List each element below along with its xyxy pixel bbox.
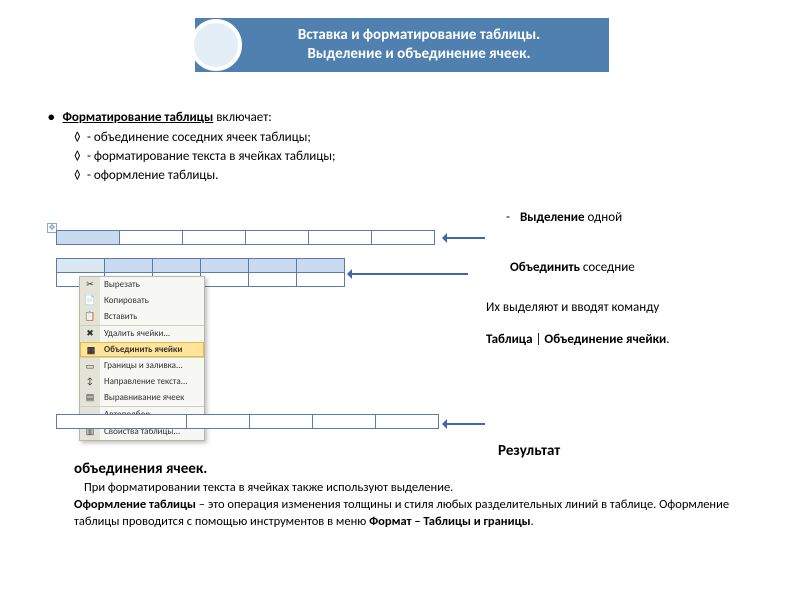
sub-c: - оформление таблицы. (87, 168, 218, 183)
heading-bold: Форматирование таблицы (62, 110, 213, 125)
arrow-icon (350, 273, 468, 275)
diamond-icon: ◊ (74, 129, 84, 148)
arrow-icon (445, 237, 485, 239)
table-example-merged (56, 414, 439, 429)
align-icon: ▤ (83, 392, 97, 404)
diamond-icon: ◊ (74, 148, 84, 167)
ctx-align-cells[interactable]: ▤Выравнивание ячеек (80, 390, 204, 406)
para-tail: . (531, 514, 534, 529)
ctx-borders-fill[interactable]: ▭Границы и заливка... (80, 357, 204, 374)
caption-select-one: -Выделение одной (506, 210, 622, 225)
ctx-merge-cells[interactable]: ▦Объединить ячейки (80, 342, 204, 358)
caption-command-intro: Их выделяют и вводят команду (486, 300, 659, 315)
diamond-icon: ◊ (74, 167, 84, 186)
ctx-cut[interactable]: ✂Вырезать (80, 277, 204, 293)
copy-icon: 📄 (83, 295, 97, 307)
arrow-icon (445, 423, 485, 425)
title-line1: Вставка и форматирование таблицы. (298, 26, 540, 44)
result-label: Результат (498, 442, 560, 460)
paste-icon: 📋 (83, 311, 97, 323)
body-text: • Форматирование таблицы включает: ◊ - о… (44, 110, 762, 186)
ctx-text-direction[interactable]: ↕Направление текста... (80, 374, 204, 390)
ctx-delete-cells[interactable]: ✖Удалить ячейки... (80, 325, 204, 342)
sub-b: - форматирование текста в ячейках таблиц… (87, 149, 336, 164)
caption-command-path: Таблица | Объединение ячейки. (486, 332, 670, 347)
ctx-copy[interactable]: 📄Копировать (80, 293, 204, 309)
ctx-paste[interactable]: 📋Вставить (80, 309, 204, 325)
sub-a: - объединение соседних ячеек таблицы; (87, 130, 311, 145)
title-line2: Выделение и объединение ячеек. (307, 45, 530, 63)
para-bold-2: Формат – Таблицы и границы (369, 514, 530, 529)
table-example-single-select (56, 230, 435, 245)
cut-icon: ✂ (83, 279, 97, 291)
bullet-icon: • (48, 110, 54, 125)
title-decor-circle (190, 19, 242, 71)
heading-rest: включает: (213, 110, 271, 125)
caption-merge-adjacent: Объединить соседние (510, 260, 635, 275)
delete-icon: ✖ (83, 328, 97, 340)
result-continuation: объединения ячеек. (74, 460, 207, 478)
explanation-paragraph: При форматировании текста в ячейках такж… (74, 480, 760, 531)
title-banner: Вставка и форматирование таблицы. Выделе… (195, 18, 609, 72)
borders-icon: ▭ (83, 360, 97, 372)
direction-icon: ↕ (83, 376, 97, 388)
para-bold-1: Оформление таблицы (74, 497, 196, 512)
merge-icon: ▦ (84, 345, 98, 357)
para-line1: При форматировании текста в ячейках такж… (74, 480, 760, 497)
